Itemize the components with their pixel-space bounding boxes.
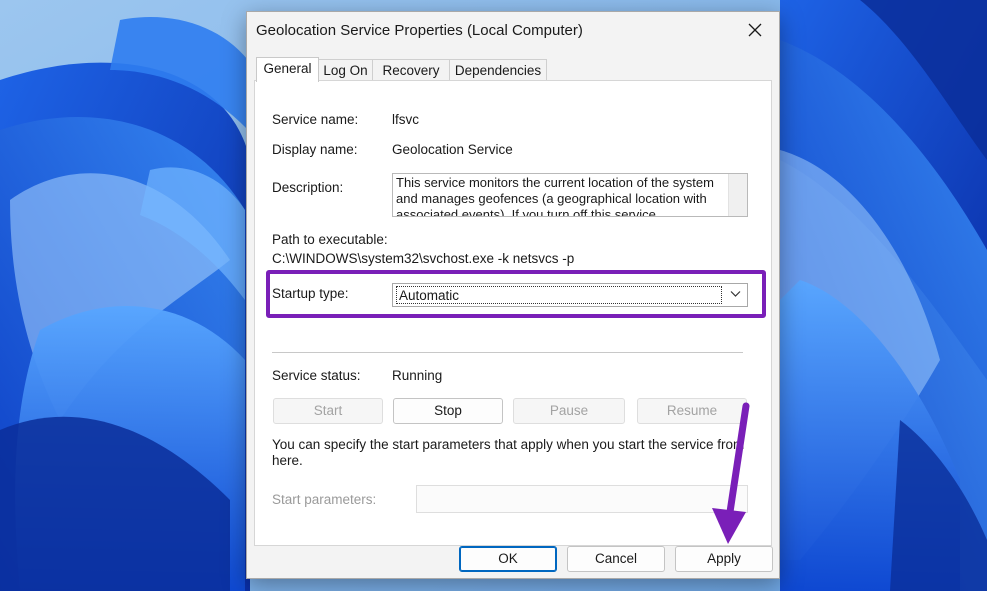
- description-label: Description:: [272, 180, 344, 195]
- annotation-arrow-icon: [712, 402, 750, 544]
- service-status-value: Running: [392, 368, 443, 383]
- display-name-value: Geolocation Service: [392, 142, 513, 157]
- general-tab-panel: Service name: lfsvc Display name: Geoloc…: [254, 80, 772, 546]
- pause-button[interactable]: Pause: [513, 398, 625, 424]
- tab-log-on[interactable]: Log On: [318, 59, 373, 81]
- path-label: Path to executable:: [272, 232, 388, 247]
- start-params-label: Start parameters:: [272, 492, 377, 507]
- display-name-label: Display name:: [272, 142, 358, 157]
- description-textbox[interactable]: This service monitors the current locati…: [392, 173, 748, 217]
- tab-dependencies[interactable]: Dependencies: [449, 59, 547, 81]
- close-button[interactable]: [733, 12, 779, 50]
- service-status-label: Service status:: [272, 368, 361, 383]
- stop-button[interactable]: Stop: [393, 398, 503, 424]
- chevron-down-icon: [730, 291, 741, 297]
- description-text: This service monitors the current locati…: [396, 175, 714, 217]
- tab-general[interactable]: General: [256, 57, 319, 82]
- service-name-value: lfsvc: [392, 112, 419, 127]
- tab-recovery[interactable]: Recovery: [372, 59, 450, 81]
- startup-type-dropdown[interactable]: Automatic: [392, 283, 748, 307]
- close-icon: [748, 23, 762, 37]
- start-params-input[interactable]: [416, 485, 748, 513]
- start-button[interactable]: Start: [273, 398, 383, 424]
- title-bar[interactable]: Geolocation Service Properties (Local Co…: [247, 12, 779, 50]
- start-params-note: You can specify the start parameters tha…: [272, 437, 745, 468]
- ok-button[interactable]: OK: [459, 546, 557, 572]
- startup-type-selected: Automatic: [396, 286, 722, 304]
- path-value: C:\WINDOWS\system32\svchost.exe -k netsv…: [272, 251, 575, 266]
- description-scrollbar[interactable]: [728, 174, 747, 216]
- cancel-button[interactable]: Cancel: [567, 546, 665, 572]
- section-divider: [272, 352, 743, 353]
- service-name-label: Service name:: [272, 112, 359, 127]
- startup-type-label: Startup type:: [272, 286, 349, 301]
- dialog-title: Geolocation Service Properties (Local Co…: [256, 22, 583, 39]
